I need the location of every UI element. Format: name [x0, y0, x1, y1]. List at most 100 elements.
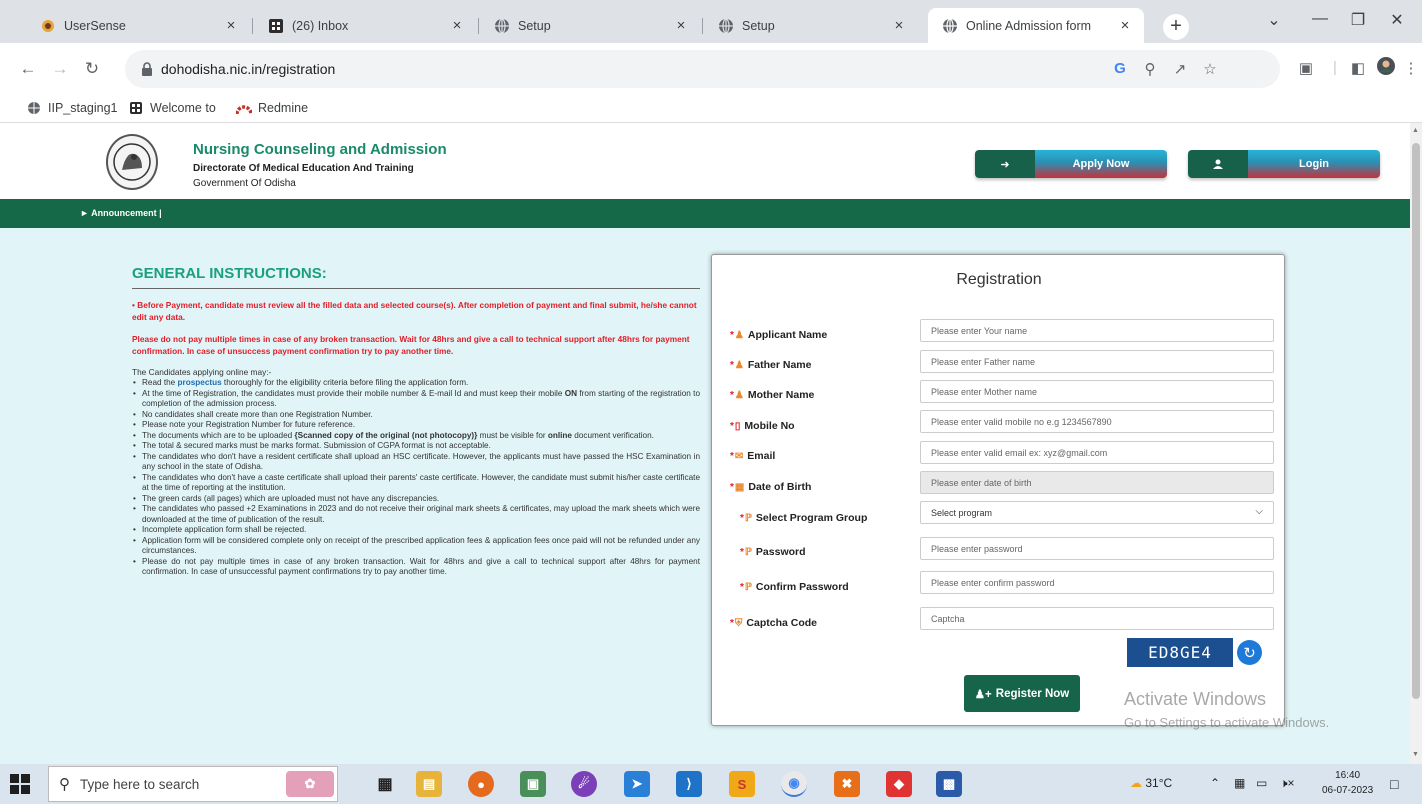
label-text: Select Program Group [755, 512, 868, 524]
google-lens-icon[interactable]: G [1110, 60, 1130, 77]
list-item: Please do not pay multiple times in case… [132, 557, 700, 578]
user-plus-icon: ♟+ [974, 688, 992, 701]
zoom-icon[interactable]: ⚲ [1140, 60, 1160, 78]
label-text: Email [747, 450, 776, 462]
mobile-icon: ▯ [734, 420, 741, 432]
payment-warning-text: Before Payment, candidate must review al… [132, 300, 697, 322]
key-icon: ℙ [744, 581, 752, 593]
windows-start-icon[interactable] [10, 774, 30, 794]
broken-transaction-warning: Please do not pay multiple times in case… [132, 334, 690, 356]
bookmark-iip-staging[interactable]: IIP_staging1 [26, 100, 118, 116]
weather-widget[interactable]: ☁ 31°C [1130, 776, 1172, 790]
new-tab-button[interactable]: + [1163, 14, 1189, 40]
mobile-no-input[interactable]: Please enter valid mobile no e.g 1234567… [920, 410, 1274, 433]
bookmark-redmine[interactable]: Redmine [236, 100, 308, 116]
search-highlight-icon[interactable]: ✿ [286, 771, 334, 797]
register-now-button[interactable]: ♟+ Register Now [964, 675, 1080, 712]
tray-chevron-up-icon[interactable]: ⌃ [1210, 776, 1220, 790]
password-input[interactable]: Please enter password [920, 537, 1274, 560]
date-of-birth-input[interactable]: Please enter date of birth [920, 471, 1274, 494]
profile-avatar[interactable] [1375, 56, 1397, 80]
label-text: Mobile No [744, 420, 795, 432]
tab-online-admission-form[interactable]: Online Admission form × [928, 8, 1144, 43]
volume-muted-icon[interactable]: 🕨× [1280, 776, 1295, 791]
tab-setup-2[interactable]: Setup × [704, 8, 918, 43]
calendar-icon: ▦ [734, 481, 745, 493]
login-button[interactable]: Login [1188, 150, 1380, 178]
announcement-bar: ► Announcement | [0, 199, 1410, 228]
bookmarks-bar: IIP_staging1 Welcome to Redmine [0, 97, 1422, 123]
mother-name-input[interactable]: Please enter Mother name [920, 380, 1274, 403]
program-group-label: * ℙ Select Program Group [740, 512, 867, 524]
notifications-icon[interactable]: □ [1390, 776, 1398, 792]
sublime-icon[interactable]: S [729, 771, 755, 797]
chrome-icon[interactable]: ◉ [781, 771, 807, 797]
tab-search-chevron-icon[interactable]: ⌄ [1259, 10, 1289, 30]
close-tab-icon[interactable]: × [1116, 17, 1134, 34]
scroll-thumb[interactable] [1412, 143, 1420, 699]
bookmark-welcome[interactable]: Welcome to [128, 100, 216, 116]
forward-icon[interactable]: → [50, 59, 70, 79]
page-scrollbar[interactable]: ▲ ▼ [1410, 123, 1422, 764]
inbox-favicon-icon [268, 18, 284, 34]
confirm-password-input[interactable]: Please enter confirm password [920, 571, 1274, 594]
clock-time: 16:40 [1335, 770, 1361, 781]
label-text: Applicant Name [747, 329, 828, 341]
list-item: The candidates who don't have a caste ce… [132, 473, 700, 494]
share-icon[interactable]: ↗ [1170, 60, 1190, 78]
required-mark: * [740, 546, 744, 558]
email-input[interactable]: Please enter valid email ex: xyz@gmail.c… [920, 441, 1274, 464]
reload-icon[interactable]: ↻ [82, 59, 102, 79]
registration-form: Registration * ♟ Applicant Name Please ent… [711, 254, 1285, 726]
scroll-down-arrow-icon[interactable]: ▼ [1412, 751, 1419, 758]
item-bold-text: ON [564, 388, 578, 398]
applicant-name-input[interactable]: Please enter Your name [920, 319, 1274, 342]
taskbar-clock[interactable]: 16:40 06-07-2023 [1322, 768, 1373, 798]
network-icon[interactable]: ▦ [1234, 776, 1245, 790]
xampp-icon[interactable]: ✖ [834, 771, 860, 797]
close-tab-icon[interactable]: × [672, 17, 690, 34]
key-icon: ℙ [744, 512, 752, 524]
extensions-icon[interactable]: ▣ [1295, 59, 1317, 77]
lock-icon[interactable] [141, 62, 153, 79]
minimize-icon[interactable]: — [1305, 10, 1335, 28]
file-explorer-icon[interactable]: ▤ [416, 771, 442, 797]
menu-kebab-icon[interactable]: ⋮ [1400, 59, 1422, 77]
close-tab-icon[interactable]: × [448, 17, 466, 34]
login-label: Login [1248, 150, 1380, 178]
apply-now-button[interactable]: ➜ Apply Now [975, 150, 1167, 178]
side-panel-icon[interactable]: ◧ [1347, 59, 1369, 77]
arrow-app-icon[interactable]: ➤ [624, 771, 650, 797]
back-icon[interactable]: ← [18, 59, 38, 79]
program-group-select[interactable]: Select program ⌵ [920, 501, 1274, 524]
tab-usersense[interactable]: UserSense × [26, 8, 250, 43]
address-bar[interactable]: dohodisha.nic.in/registration G ⚲ ↗ ☆ [125, 50, 1280, 88]
anydesk-icon[interactable]: ◆ [886, 771, 912, 797]
captcha-input[interactable]: Captcha [920, 607, 1274, 630]
task-view-icon[interactable]: ▦ [372, 771, 398, 797]
document-app-icon[interactable]: ▩ [936, 771, 962, 797]
user-icon [1188, 150, 1248, 178]
close-tab-icon[interactable]: × [222, 17, 240, 34]
tab-inbox[interactable]: (26) Inbox × [254, 8, 476, 43]
display-icon[interactable]: ▭ [1256, 776, 1267, 790]
site-subtitle: Directorate Of Medical Education And Tra… [193, 163, 414, 174]
item-text: thoroughly for the eligibility criteria … [221, 378, 469, 387]
refresh-captcha-icon[interactable]: ↻ [1237, 640, 1262, 665]
required-mark: * [730, 481, 734, 493]
prospectus-link[interactable]: prospectus [178, 378, 222, 387]
bookmark-star-icon[interactable]: ☆ [1200, 60, 1220, 78]
close-window-icon[interactable]: ✕ [1382, 10, 1412, 30]
vscode-icon[interactable]: ⟩ [676, 771, 702, 797]
father-name-input[interactable]: Please enter Father name [920, 350, 1274, 373]
postman-icon[interactable]: ☄ [571, 771, 597, 797]
globe-icon [494, 17, 510, 34]
scroll-up-arrow-icon[interactable]: ▲ [1412, 127, 1419, 134]
app-icon[interactable]: ▣ [520, 771, 546, 797]
restore-icon[interactable]: ❐ [1343, 10, 1373, 30]
firefox-icon[interactable]: ● [468, 771, 494, 797]
tab-setup-1[interactable]: Setup × [480, 8, 700, 43]
required-mark: * [730, 420, 734, 432]
announcement-link[interactable]: ► Announcement | [80, 208, 162, 218]
close-tab-icon[interactable]: × [890, 17, 908, 34]
